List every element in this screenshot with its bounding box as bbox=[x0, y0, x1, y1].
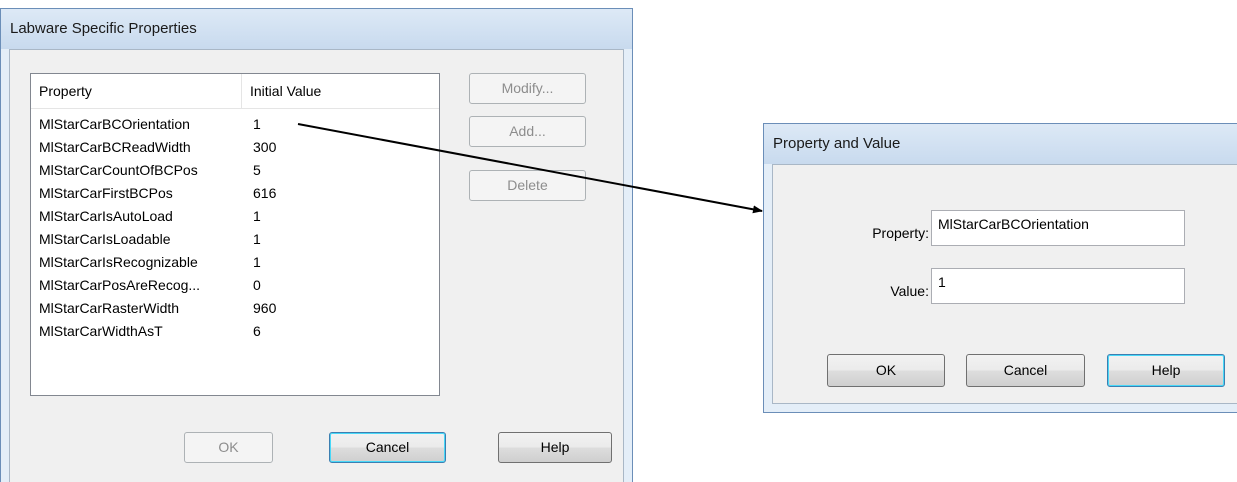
table-row[interactable]: MlStarCarFirstBCPos 616 bbox=[31, 182, 439, 205]
row-value: 0 bbox=[253, 277, 261, 293]
table-row[interactable]: MlStarCarIsLoadable 1 bbox=[31, 228, 439, 251]
dialog-client-area: Property Initial Value MlStarCarBCOrient… bbox=[9, 49, 624, 482]
labware-properties-dialog: Labware Specific Properties Property Ini… bbox=[0, 8, 633, 482]
table-row[interactable]: MlStarCarBCOrientation 1 bbox=[31, 113, 439, 136]
table-row[interactable]: MlStarCarWidthAsT 6 bbox=[31, 320, 439, 343]
row-property: MlStarCarPosAreRecog... bbox=[39, 277, 201, 293]
row-value: 1 bbox=[253, 254, 261, 270]
ok-button[interactable]: OK bbox=[827, 354, 945, 387]
cancel-button[interactable]: Cancel bbox=[966, 354, 1085, 387]
table-row[interactable]: MlStarCarCountOfBCPos 5 bbox=[31, 159, 439, 182]
delete-button[interactable]: Delete bbox=[469, 170, 586, 201]
row-property: MlStarCarRasterWidth bbox=[39, 300, 180, 316]
row-property: MlStarCarBCOrientation bbox=[39, 116, 190, 132]
row-value: 960 bbox=[253, 300, 277, 316]
property-label: Property: bbox=[872, 225, 929, 241]
property-value-dialog: Property and Value Property: MlStarCarBC… bbox=[763, 123, 1237, 413]
table-row[interactable]: MlStarCarBCReadWidth 300 bbox=[31, 136, 439, 159]
help-button[interactable]: Help bbox=[1107, 354, 1225, 387]
property-field[interactable]: MlStarCarBCOrientation bbox=[931, 210, 1185, 246]
table-row[interactable]: MlStarCarIsAutoLoad 1 bbox=[31, 205, 439, 228]
row-property: MlStarCarFirstBCPos bbox=[39, 185, 173, 201]
row-property: MlStarCarIsLoadable bbox=[39, 231, 171, 247]
row-value: 5 bbox=[253, 162, 261, 178]
cancel-button[interactable]: Cancel bbox=[329, 432, 446, 463]
table-row[interactable]: MlStarCarRasterWidth 960 bbox=[31, 297, 439, 320]
row-value: 1 bbox=[253, 231, 261, 247]
row-property: MlStarCarIsAutoLoad bbox=[39, 208, 173, 224]
dialog-title: Labware Specific Properties bbox=[1, 9, 632, 49]
add-button[interactable]: Add... bbox=[469, 116, 586, 147]
list-header: Property Initial Value bbox=[31, 74, 439, 109]
property-list[interactable]: Property Initial Value MlStarCarBCOrient… bbox=[30, 73, 440, 396]
value-label: Value: bbox=[890, 283, 929, 299]
column-header-property[interactable]: Property bbox=[31, 74, 242, 108]
row-value: 1 bbox=[253, 116, 261, 132]
row-property: MlStarCarCountOfBCPos bbox=[39, 162, 198, 178]
row-property: MlStarCarWidthAsT bbox=[39, 323, 163, 339]
dialog-client-area: Property: MlStarCarBCOrientation Value: … bbox=[772, 164, 1237, 404]
row-value: 300 bbox=[253, 139, 277, 155]
row-value: 616 bbox=[253, 185, 277, 201]
dialog-title: Property and Value bbox=[764, 124, 1237, 164]
modify-button[interactable]: Modify... bbox=[469, 73, 586, 104]
row-property: MlStarCarBCReadWidth bbox=[39, 139, 191, 155]
table-row[interactable]: MlStarCarPosAreRecog... 0 bbox=[31, 274, 439, 297]
row-property: MlStarCarIsRecognizable bbox=[39, 254, 198, 270]
help-button[interactable]: Help bbox=[498, 432, 612, 463]
row-value: 6 bbox=[253, 323, 261, 339]
column-header-initial-value[interactable]: Initial Value bbox=[242, 74, 439, 108]
row-value: 1 bbox=[253, 208, 261, 224]
ok-button[interactable]: OK bbox=[184, 432, 273, 463]
table-row[interactable]: MlStarCarIsRecognizable 1 bbox=[31, 251, 439, 274]
value-field[interactable]: 1 bbox=[931, 268, 1185, 304]
